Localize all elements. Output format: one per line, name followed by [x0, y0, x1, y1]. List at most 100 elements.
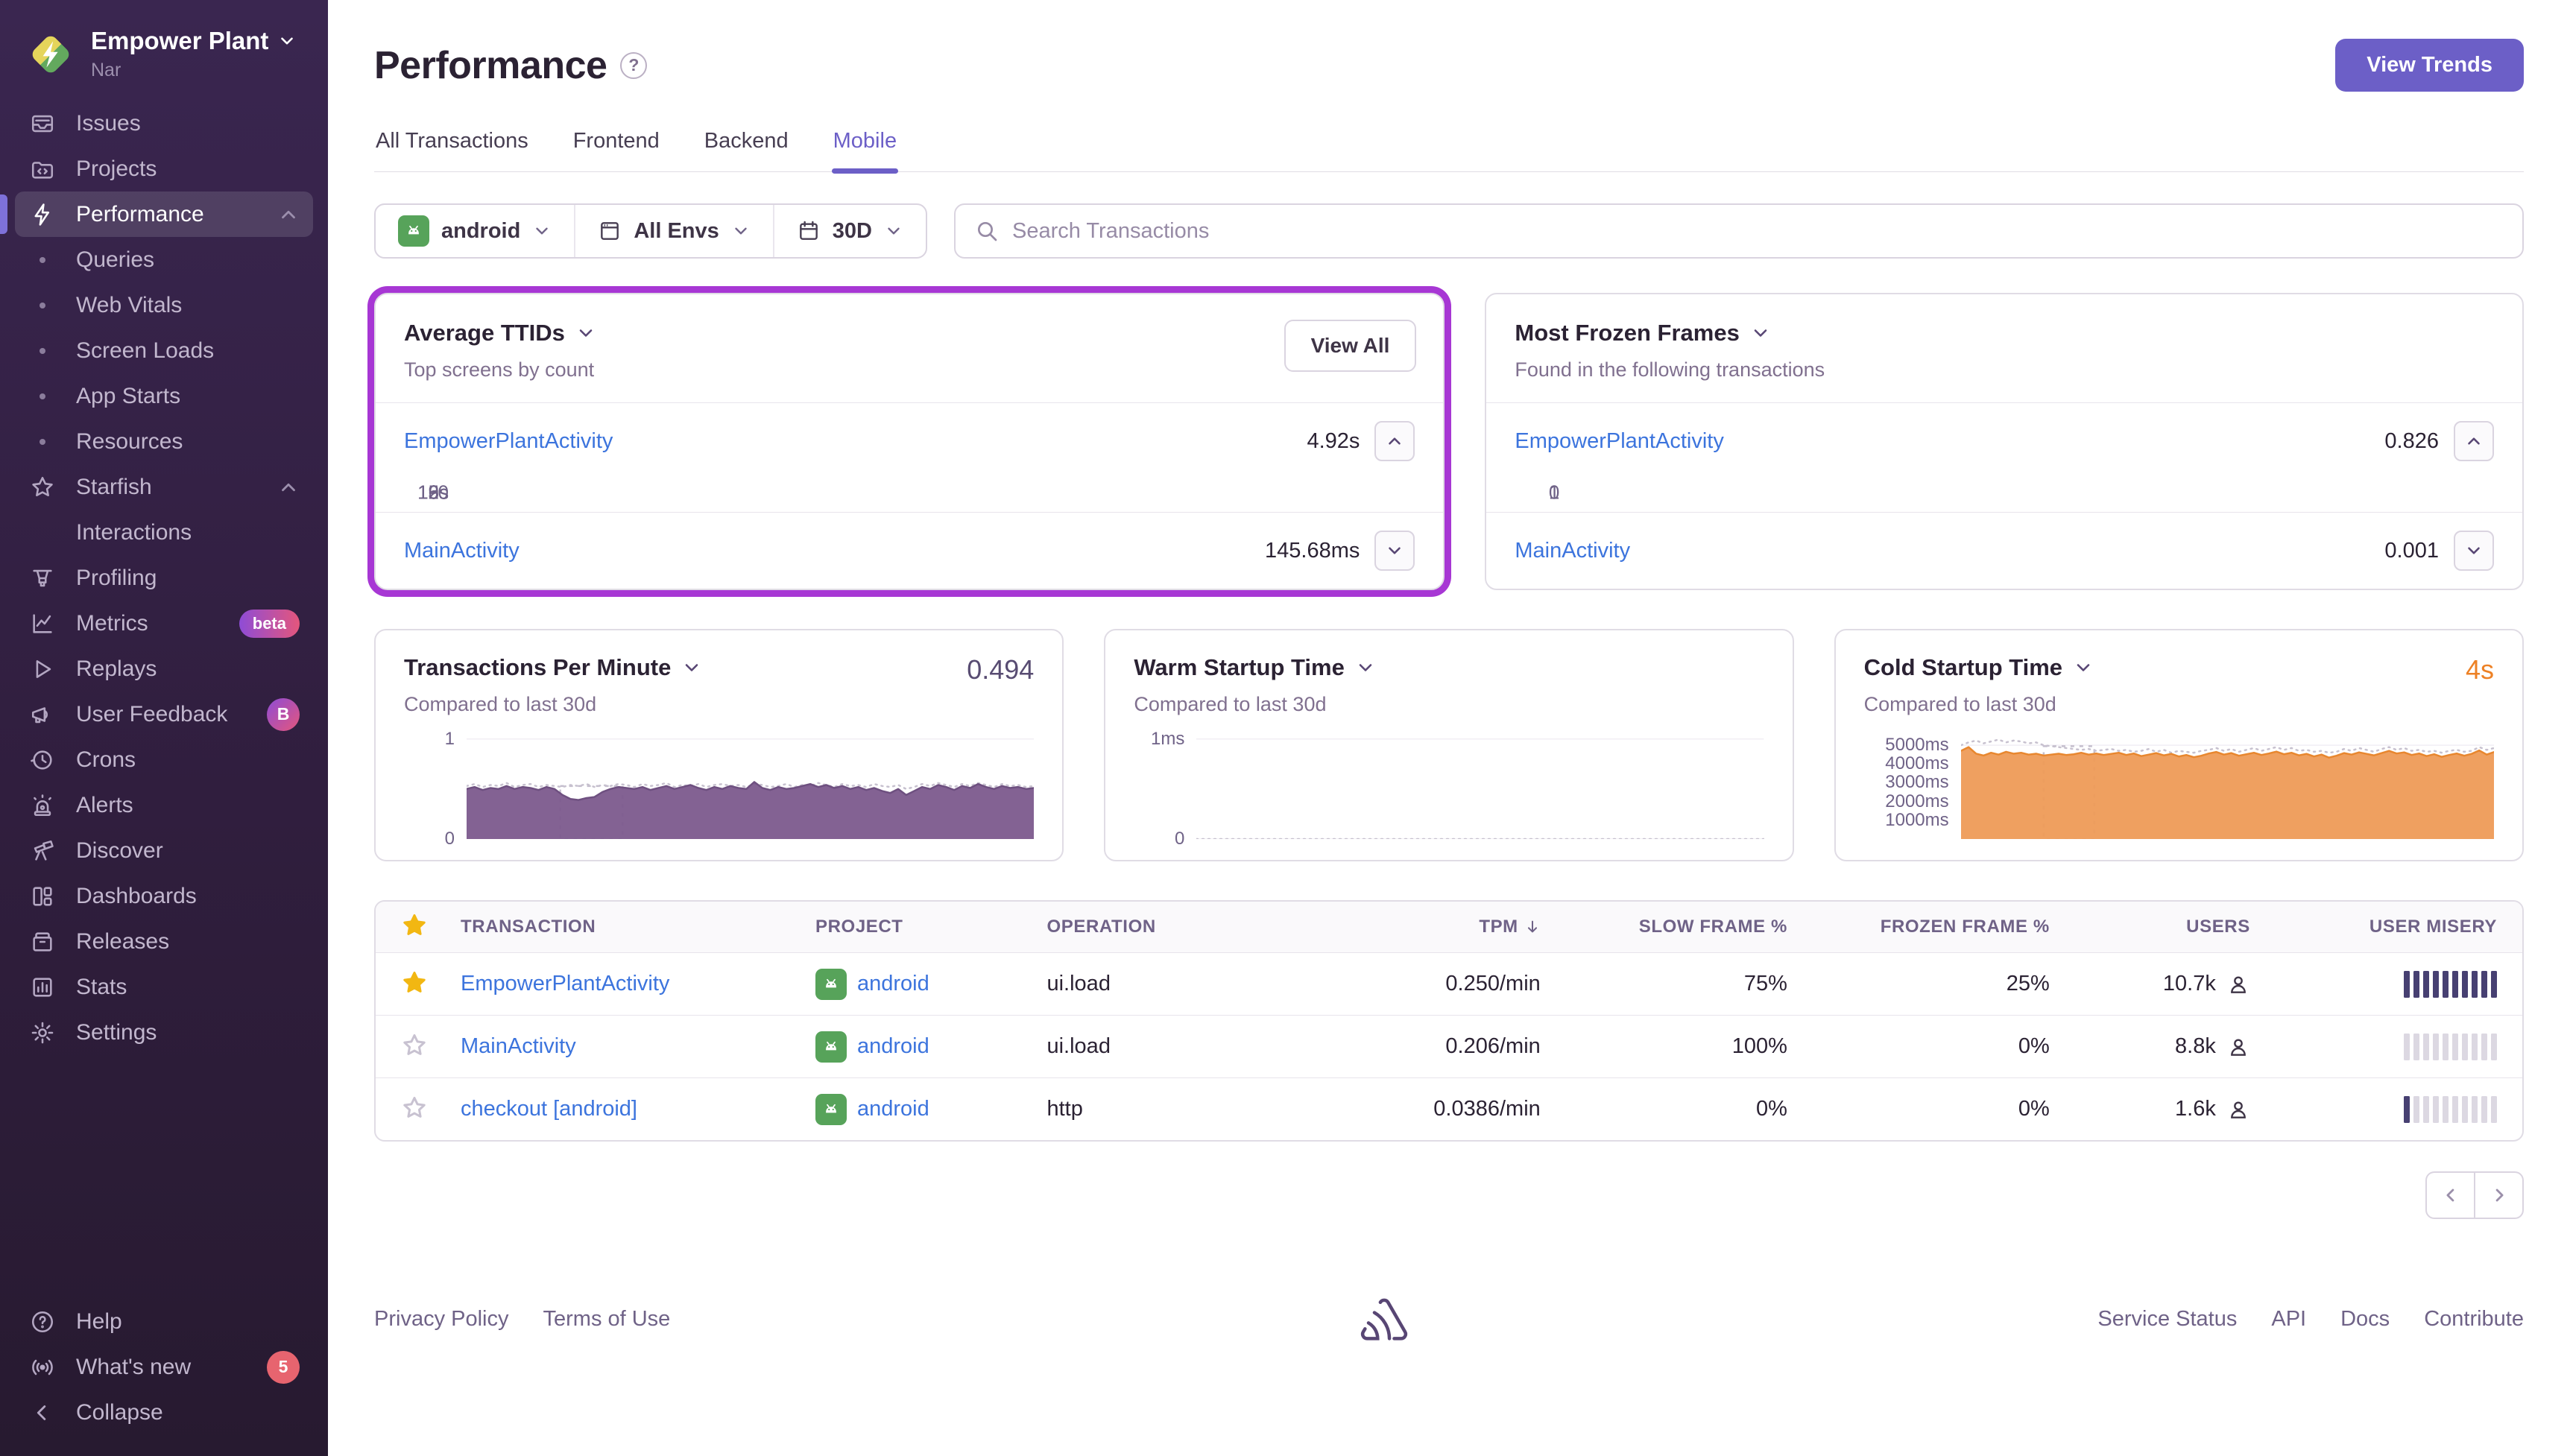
sidebar-item-dashboards[interactable]: Dashboards [15, 873, 313, 919]
telescope-icon [28, 837, 57, 865]
sidebar-item-metrics[interactable]: Metrics beta [15, 601, 313, 646]
chevron-left-icon [28, 1399, 57, 1427]
ttid-value: 145.68ms [1265, 539, 1360, 563]
sidebar-item-replays[interactable]: Replays [15, 646, 313, 691]
sidebar-item-alerts[interactable]: Alerts [15, 782, 313, 828]
tab-frontend[interactable]: Frontend [572, 124, 661, 171]
warm-startup-title[interactable]: Warm Startup Time [1134, 654, 1376, 681]
privacy-policy-link[interactable]: Privacy Policy [374, 1307, 509, 1332]
tab-mobile[interactable]: Mobile [832, 124, 898, 171]
star-toggle[interactable] [401, 1095, 431, 1124]
sidebar-item-issues[interactable]: Issues [15, 101, 313, 146]
star-toggle[interactable] [401, 1032, 431, 1062]
sidebar-item-crons[interactable]: Crons [15, 737, 313, 782]
transaction-link[interactable]: MainActivity [1515, 539, 1630, 563]
terms-of-use-link[interactable]: Terms of Use [543, 1307, 671, 1332]
org-subtitle: Nar [91, 60, 297, 81]
content: android All Envs 30D [328, 172, 2570, 1456]
frozen-frames-value: 0.826 [2384, 429, 2439, 454]
tpm-cell: 0.206/min [1309, 1034, 1540, 1059]
pagination [374, 1171, 2524, 1219]
sidebar-item-starfish[interactable]: Starfish [15, 464, 313, 510]
tpm-value: 0.494 [967, 654, 1034, 686]
most-frozen-frames-title[interactable]: Most Frozen Frames [1515, 320, 2494, 346]
star-column-icon [401, 912, 431, 942]
sidebar-item-profiling[interactable]: Profiling [15, 555, 313, 601]
bullet-icon [28, 519, 57, 547]
col-project[interactable]: PROJECT [815, 917, 1046, 937]
user-misery-bars [2404, 1034, 2497, 1060]
col-user-misery[interactable]: USER MISERY [2250, 917, 2497, 937]
search-input[interactable] [1012, 219, 2503, 244]
transaction-link[interactable]: EmpowerPlantActivity [404, 429, 613, 454]
transaction-link[interactable]: MainActivity [404, 539, 520, 563]
org-switcher[interactable]: Empower Plant Nar [0, 22, 328, 101]
col-tpm[interactable]: TPM [1309, 917, 1540, 937]
collapse-row-button[interactable] [2454, 421, 2494, 461]
sidebar-item-whats-new[interactable]: What's new 5 [15, 1344, 313, 1390]
sidebar-item-projects[interactable]: Projects [15, 146, 313, 192]
user-misery-bars [2404, 971, 2497, 998]
next-page-button[interactable] [2475, 1171, 2524, 1219]
cold-startup-title[interactable]: Cold Startup Time [1864, 654, 2094, 681]
bullet-icon [28, 337, 57, 365]
sidebar-item-stats[interactable]: Stats [15, 964, 313, 1010]
service-status-link[interactable]: Service Status [2097, 1307, 2237, 1332]
project-cell[interactable]: android [815, 969, 1046, 1000]
docs-link[interactable]: Docs [2340, 1307, 2390, 1332]
sidebar-item-help[interactable]: Help [15, 1299, 313, 1344]
api-link[interactable]: API [2271, 1307, 2306, 1332]
view-trends-button[interactable]: View Trends [2335, 39, 2524, 92]
collapse-row-button[interactable] [1374, 421, 1415, 461]
transaction-link[interactable]: MainActivity [461, 1034, 576, 1059]
transaction-link[interactable]: EmpowerPlantActivity [461, 972, 669, 996]
filter-bar: android All Envs 30D [374, 203, 2524, 259]
y-axis-labels: 10 [404, 734, 467, 839]
bar-chart-icon [28, 973, 57, 1001]
expand-row-button[interactable] [2454, 531, 2494, 571]
chevron-down-icon [575, 323, 596, 344]
col-slow-frame[interactable]: SLOW FRAME % [1541, 917, 1787, 937]
expand-row-button[interactable] [1374, 531, 1415, 571]
transactions-per-minute-card: Transactions Per Minute Compared to last… [374, 629, 1064, 861]
project-filter[interactable]: android [376, 205, 574, 257]
col-users[interactable]: USERS [2050, 917, 2250, 937]
date-range-filter[interactable]: 30D [773, 205, 926, 257]
megaphone-icon [28, 700, 57, 729]
average-ttids-title[interactable]: Average TTIDs [404, 320, 1415, 346]
transaction-link[interactable]: checkout [android] [461, 1097, 637, 1121]
sidebar-item-user-feedback[interactable]: User Feedback B [15, 691, 313, 737]
tab-all-transactions[interactable]: All Transactions [374, 124, 530, 171]
previous-page-button[interactable] [2425, 1171, 2475, 1219]
chevron-down-icon [277, 31, 297, 51]
sidebar-item-releases[interactable]: Releases [15, 919, 313, 964]
bullet-icon [28, 382, 57, 411]
android-project-icon [815, 1094, 847, 1125]
transaction-link[interactable]: EmpowerPlantActivity [1515, 429, 1723, 454]
ttids-row-mainactivity: MainActivity 145.68ms [376, 512, 1443, 589]
sidebar-item-discover[interactable]: Discover [15, 828, 313, 873]
project-cell[interactable]: android [815, 1094, 1046, 1125]
view-all-button[interactable]: View All [1284, 320, 1417, 372]
project-cell[interactable]: android [815, 1031, 1046, 1063]
sidebar-item-settings[interactable]: Settings [15, 1010, 313, 1055]
page-filter-group: android All Envs 30D [374, 203, 927, 259]
col-transaction[interactable]: TRANSACTION [461, 917, 815, 937]
sidebar-item-app-starts[interactable]: App Starts [15, 373, 313, 419]
contribute-link[interactable]: Contribute [2424, 1307, 2524, 1332]
environment-filter[interactable]: All Envs [574, 205, 772, 257]
help-tooltip-icon[interactable]: ? [620, 52, 647, 79]
sidebar-item-performance[interactable]: Performance [15, 192, 313, 237]
sidebar-item-interactions[interactable]: Interactions [15, 510, 313, 555]
col-frozen-frame[interactable]: FROZEN FRAME % [1787, 917, 2050, 937]
sidebar-item-collapse[interactable]: Collapse [15, 1390, 313, 1435]
sidebar-item-web-vitals[interactable]: Web Vitals [15, 282, 313, 328]
tpm-title[interactable]: Transactions Per Minute [404, 654, 702, 681]
star-toggle[interactable] [401, 969, 431, 999]
col-operation[interactable]: OPERATION [1046, 917, 1309, 937]
tab-backend[interactable]: Backend [703, 124, 790, 171]
sidebar-item-resources[interactable]: Resources [15, 419, 313, 464]
inbox-icon [28, 110, 57, 138]
sidebar-item-screen-loads[interactable]: Screen Loads [15, 328, 313, 373]
sidebar-item-queries[interactable]: Queries [15, 237, 313, 282]
